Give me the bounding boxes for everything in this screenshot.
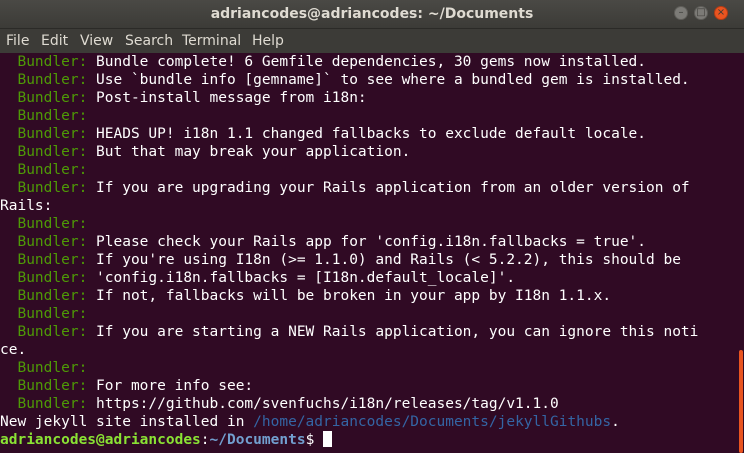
output-line: Bundler: For more info see:	[0, 378, 254, 394]
new-site-line: New jekyll site installed in /home/adria…	[0, 414, 620, 430]
output-line: Bundler: Please check your Rails app for…	[0, 234, 647, 250]
output-line: Bundler: Bundle complete! 6 Gemfile depe…	[0, 54, 647, 70]
minimize-icon[interactable]: –	[674, 6, 688, 20]
output-line: Bundler:	[0, 360, 97, 376]
output-line: Bundler:	[0, 306, 97, 322]
output-line: Bundler: If you're using I18n (>= 1.1.0)…	[0, 252, 681, 268]
menu-help[interactable]: Help	[252, 29, 284, 53]
output-line: Bundler: If not, fallbacks will be broke…	[0, 288, 612, 304]
maximize-icon[interactable]: □	[694, 6, 708, 20]
menu-view[interactable]: View	[80, 29, 113, 53]
output-line: Bundler:	[0, 162, 97, 178]
output-line: Bundler: https://github.com/svenfuchs/i1…	[0, 396, 559, 412]
site-path: /home/adriancodes/Documents/jekyllGithub…	[253, 414, 612, 430]
menu-bar: File Edit View Search Terminal Help	[0, 29, 744, 53]
title-bar[interactable]: adriancodes@adriancodes: ~/Documents – □…	[0, 0, 744, 29]
prompt-user: adriancodes@adriancodes	[0, 432, 201, 448]
output-line: Bundler: 'config.i18n.fallbacks = [I18n.…	[0, 270, 516, 286]
menu-search[interactable]: Search	[125, 29, 173, 53]
output-line: Bundler:	[0, 108, 97, 124]
output-line: Bundler:	[0, 216, 97, 232]
text-cursor	[323, 431, 333, 447]
close-icon[interactable]: ×	[714, 6, 728, 20]
menu-edit[interactable]: Edit	[41, 29, 68, 53]
prompt-path: ~/Documents	[209, 432, 306, 448]
terminal-output[interactable]: Bundler: Bundle complete! 6 Gemfile depe…	[0, 53, 744, 453]
output-line: Bundler: If you are upgrading your Rails…	[0, 180, 690, 196]
menu-terminal[interactable]: Terminal	[182, 29, 241, 53]
output-line: Bundler: But that may break your applica…	[0, 144, 411, 160]
output-line: ce.	[0, 342, 27, 358]
output-line: Bundler: If you are starting a NEW Rails…	[0, 324, 699, 340]
output-line: Rails:	[0, 198, 53, 214]
prompt-line[interactable]: adriancodes@adriancodes:~/Documents$	[0, 431, 333, 449]
output-line: Bundler: Post-install message from i18n:	[0, 90, 367, 106]
output-line: Bundler: Use `bundle info [gemname]` to …	[0, 72, 690, 88]
scrollbar-thumb[interactable]	[739, 350, 743, 453]
menu-file[interactable]: File	[6, 29, 29, 53]
window-title: adriancodes@adriancodes: ~/Documents	[210, 6, 534, 22]
terminal-window: adriancodes@adriancodes: ~/Documents – □…	[0, 0, 744, 453]
output-line: Bundler: HEADS UP! i18n 1.1 changed fall…	[0, 126, 647, 142]
